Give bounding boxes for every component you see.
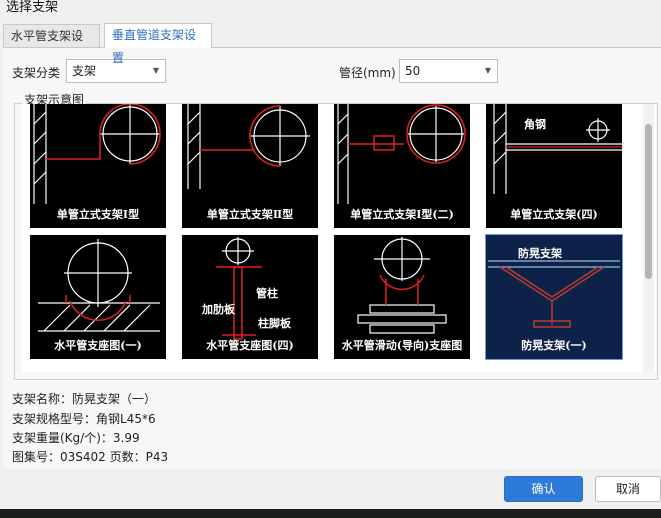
tab-vertical-support[interactable]: 垂直管道支架设置: [104, 23, 212, 65]
support-weight: 支架重量(Kg/个)：3.99: [12, 431, 140, 445]
support-caption: 水平管支座图(四): [206, 339, 294, 352]
support-thumb-2[interactable]: 单管立式支架Ⅱ型: [182, 104, 318, 228]
window-title: 选择支架: [6, 0, 59, 15]
confirm-button[interactable]: 确认: [504, 476, 583, 502]
support-caption: 单管立式支架Ⅱ型: [206, 208, 294, 221]
gallery-scrollbar[interactable]: [643, 104, 654, 372]
chevron-down-icon: ▼: [484, 66, 491, 75]
support-name: 支架名称：防晃支架（一）: [12, 392, 157, 406]
cancel-button[interactable]: 取消: [595, 476, 661, 502]
support-spec: 支架规格型号：角钢L45*6: [12, 412, 156, 426]
support-caption: 防晃支架(一): [521, 339, 587, 352]
annotation-label: 管柱: [256, 286, 278, 300]
diameter-select[interactable]: 50 ▼: [399, 59, 498, 83]
support-caption: 单管立式支架Ⅰ型(二): [350, 208, 454, 221]
support-caption: 水平管支座图(一): [54, 339, 142, 352]
diameter-label: 管径(mm): [339, 66, 396, 80]
chevron-down-icon: ▼: [152, 66, 159, 75]
support-caption: 水平管滑动(导向)支座图: [341, 339, 463, 352]
support-thumb-6[interactable]: 管柱 加肋板 柱脚板 水平管支座图(四): [182, 235, 318, 359]
support-thumb-8[interactable]: 防晃支架 防晃支架(一): [485, 234, 623, 360]
diameter-select-value: 50: [405, 64, 421, 78]
annotation-label: 加肋板: [201, 302, 236, 316]
category-select-value: 支架: [72, 64, 97, 78]
gallery-viewport: 单管立式支架Ⅰ型 单管立式支架Ⅱ型 单管立式支架Ⅰ型(二) 角钢 单管立式支架(…: [22, 104, 656, 372]
annotation-label: 防晃支架: [518, 246, 562, 260]
support-thumb-3[interactable]: 单管立式支架Ⅰ型(二): [334, 104, 470, 228]
support-caption: 单管立式支架(四): [510, 208, 598, 221]
annotation-label: 角钢: [524, 117, 546, 131]
support-thumb-4[interactable]: 角钢 单管立式支架(四): [486, 104, 622, 228]
support-thumb-7[interactable]: 水平管滑动(导向)支座图: [334, 235, 470, 359]
category-label: 支架分类: [12, 66, 61, 80]
tab-horizontal-support[interactable]: 水平管支架设置: [3, 24, 100, 66]
support-thumb-5[interactable]: 水平管支座图(一): [30, 235, 166, 359]
support-caption: 单管立式支架Ⅰ型: [56, 208, 140, 221]
annotation-label: 柱脚板: [258, 316, 292, 330]
background-strip: [0, 509, 661, 518]
support-atlas: 图集号：03S402 页数：P43: [12, 450, 169, 464]
support-thumb-1[interactable]: 单管立式支架Ⅰ型: [30, 104, 166, 228]
scrollbar-thumb[interactable]: [645, 124, 652, 279]
